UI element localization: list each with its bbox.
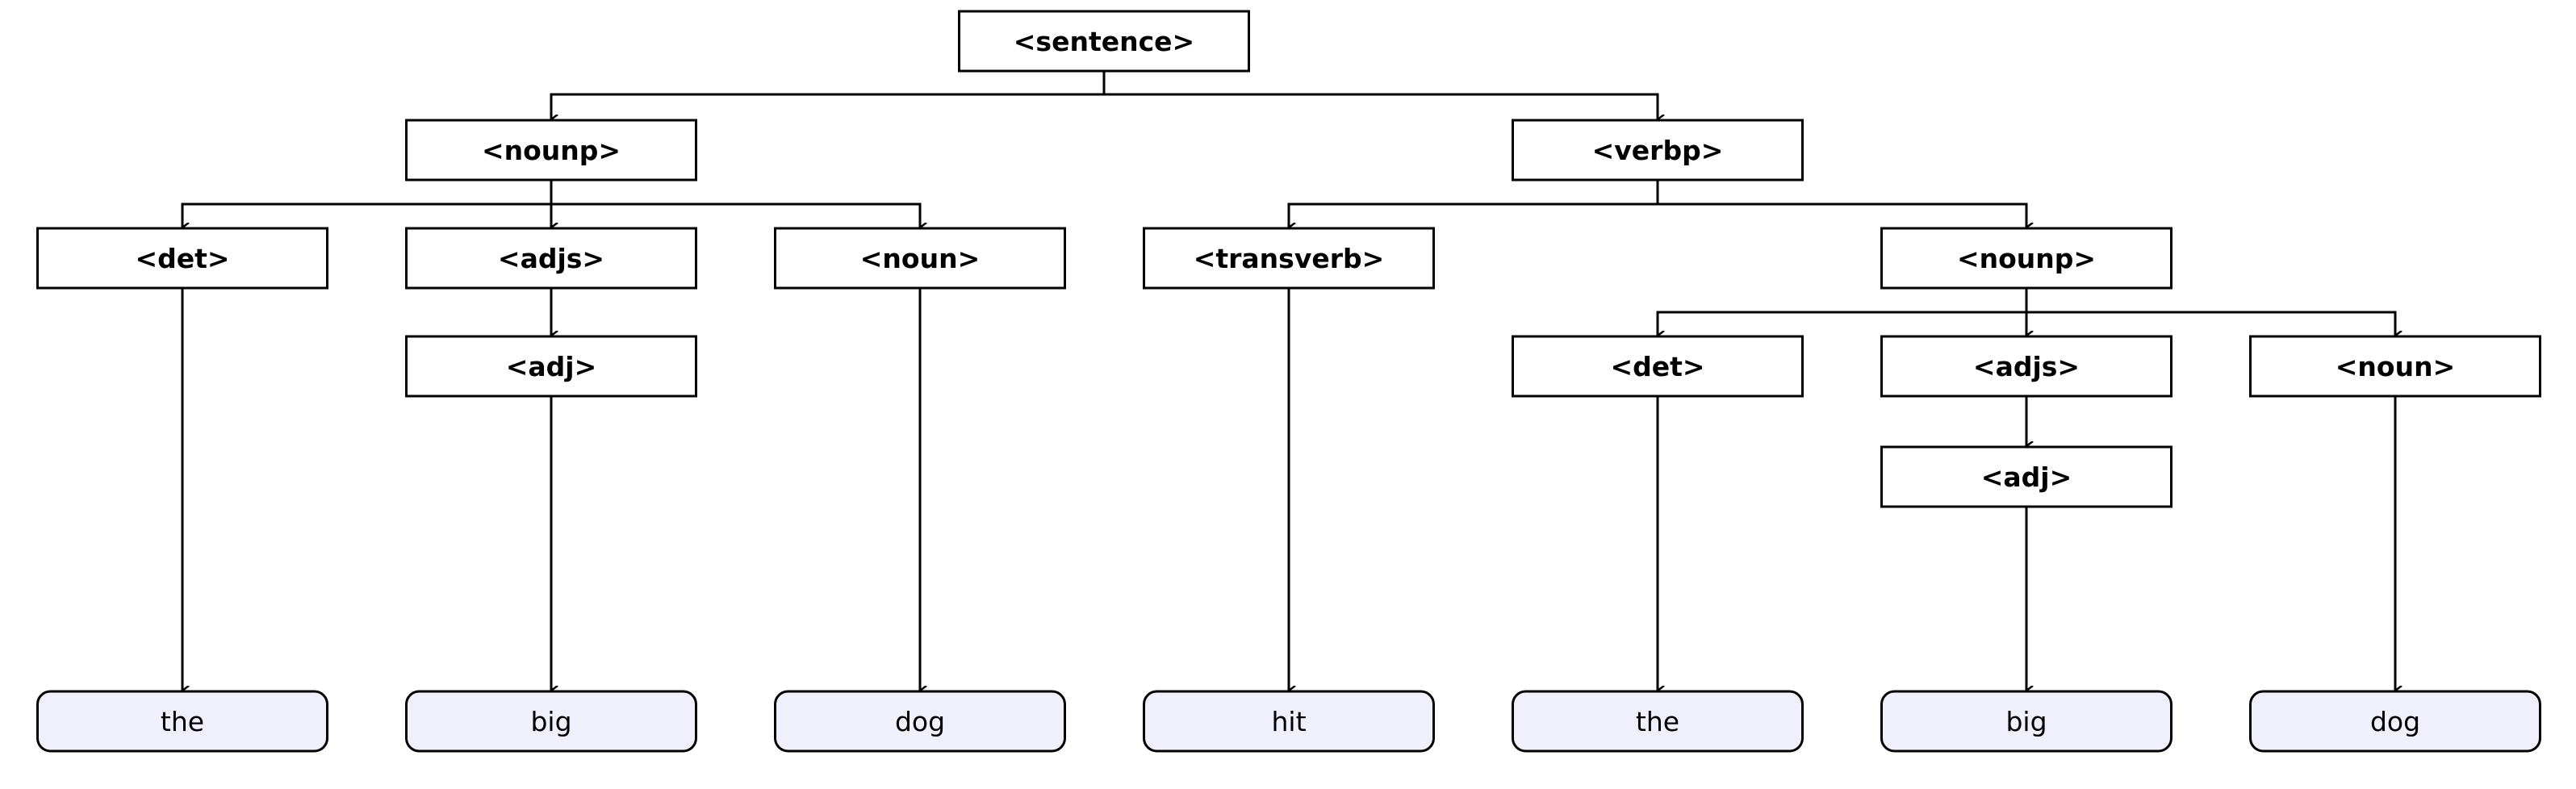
node-label: <adjs>	[1973, 351, 2080, 382]
node-label: <sentence>	[1014, 26, 1194, 57]
edge-sentence-verbp	[1104, 93, 1658, 119]
node-label: <noun>	[2336, 351, 2455, 382]
leaf-w_dog2: dog	[2249, 690, 2541, 753]
edge-nounp1-noun1	[551, 202, 920, 228]
edge-nounp2-noun2	[2026, 311, 2395, 336]
node-adjs1: <adjs>	[405, 227, 697, 290]
edge-nounp2-det2	[1656, 311, 2026, 336]
leaf-w_big2: big	[1880, 690, 2172, 753]
node-transverb: <transverb>	[1143, 227, 1435, 290]
leaf-label: big	[2005, 706, 2047, 737]
node-adj1: <adj>	[405, 335, 697, 398]
node-nounp1: <nounp>	[405, 119, 697, 182]
node-label: <det>	[135, 243, 229, 274]
node-adj2: <adj>	[1880, 445, 2172, 508]
node-noun1: <noun>	[774, 227, 1066, 290]
leaf-label: dog	[895, 706, 945, 737]
node-label: <transverb>	[1194, 243, 1385, 274]
node-label: <adjs>	[498, 243, 604, 274]
leaf-label: the	[161, 706, 204, 737]
node-label: <verbp>	[1592, 135, 1724, 166]
leaf-label: hit	[1271, 706, 1306, 737]
edge-nounp1-det1	[181, 202, 551, 228]
node-verbp: <verbp>	[1512, 119, 1804, 182]
node-adjs2: <adjs>	[1880, 335, 2172, 398]
leaf-label: the	[1636, 706, 1679, 737]
leaf-label: dog	[2370, 706, 2420, 737]
leaf-w_the2: the	[1512, 690, 1804, 753]
node-nounp2: <nounp>	[1880, 227, 2172, 290]
edge-sentence-nounp1	[550, 93, 1104, 119]
node-label: <adj>	[506, 351, 597, 382]
node-label: <noun>	[860, 243, 980, 274]
node-label: <nounp>	[1957, 243, 2096, 274]
node-label: <adj>	[1981, 461, 2072, 493]
parse-tree-diagram: <sentence> <nounp> <verbp> <det> <adjs> <adj>…	[36, 10, 2541, 753]
edge-verbp-transverb	[1287, 202, 1658, 228]
leaf-label: big	[530, 706, 571, 737]
node-det2: <det>	[1512, 335, 1804, 398]
leaf-w_hit: hit	[1143, 690, 1435, 753]
node-sentence: <sentence>	[958, 10, 1250, 73]
node-det1: <det>	[36, 227, 328, 290]
edge-verbp-nounp2	[1658, 202, 2026, 228]
node-noun2: <noun>	[2249, 335, 2541, 398]
leaf-w_big1: big	[405, 690, 697, 753]
leaf-w_the1: the	[36, 690, 328, 753]
leaf-w_dog1: dog	[774, 690, 1066, 753]
node-label: <nounp>	[482, 135, 621, 166]
node-label: <det>	[1610, 351, 1704, 382]
